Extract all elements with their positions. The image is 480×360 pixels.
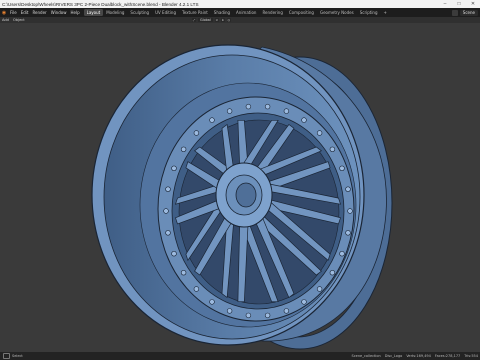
scene-selector[interactable]: Scene — [459, 9, 478, 16]
wheel-model — [91, 44, 393, 350]
menu-help[interactable]: Help — [68, 10, 81, 15]
status-verts: Verts:169,494 — [406, 354, 431, 358]
status-select-label: Select — [12, 354, 23, 358]
rim-bolt — [329, 146, 336, 153]
menu-object[interactable]: Object — [11, 18, 27, 22]
rim-bolt — [316, 130, 323, 136]
window-titlebar: C:\Users\Desktop\Wheels\RIVERS 3PC 2-Pie… — [0, 0, 480, 8]
tab-layout[interactable]: Layout — [83, 9, 104, 16]
status-tris: Tris:554 — [464, 354, 478, 358]
menu-render[interactable]: Render — [30, 10, 48, 15]
status-left: Select — [0, 353, 23, 359]
3d-viewport[interactable] — [0, 23, 480, 352]
rim-bolt — [264, 312, 271, 319]
top-menubar: ◉ File Edit Render Window Help Layout Mo… — [0, 8, 480, 17]
orientation-icon[interactable]: ⤢ — [192, 18, 196, 22]
rim-bolt — [329, 270, 336, 276]
transform-orientation-dropdown[interactable]: Global — [198, 18, 213, 22]
workspace-tabs: Layout Modeling Sculpting UV Editing Tex… — [83, 8, 390, 17]
center-cap — [235, 182, 257, 208]
rim-bolt — [339, 251, 345, 257]
tab-sculpting[interactable]: Sculpting — [127, 9, 152, 16]
rim-bolt — [193, 130, 200, 136]
rim-bolt — [245, 103, 252, 110]
tab-scripting[interactable]: Scripting — [357, 9, 381, 16]
pivot-icon[interactable]: ⊙ — [214, 18, 219, 22]
mouse-left-icon — [3, 353, 10, 359]
rim-bolt — [209, 299, 215, 305]
proportional-edit-icon[interactable]: ◎ — [226, 18, 231, 22]
status-collection: Scene_collection — [351, 354, 381, 358]
rim-bolt — [226, 108, 233, 114]
menu-file[interactable]: File — [8, 10, 19, 15]
status-bar: Select Scene_collection Disc_Logo Verts:… — [0, 352, 480, 360]
rim-bolt — [171, 165, 177, 172]
tab-texture-paint[interactable]: Texture Paint — [179, 9, 211, 16]
transform-tools: ⤢ Global ⊙ ⋔ ◎ — [192, 18, 231, 22]
rim-bolt — [345, 230, 351, 236]
rim-bolt — [165, 230, 171, 236]
snap-icon[interactable]: ⋔ — [220, 18, 225, 22]
rim-bolt — [193, 286, 200, 292]
rim-bolt — [171, 251, 177, 257]
tab-geometry-nodes[interactable]: Geometry Nodes — [317, 9, 357, 16]
rim-bolt — [180, 146, 187, 153]
close-button[interactable]: ✕ — [466, 0, 480, 8]
blender-logo-icon[interactable]: ◉ — [0, 9, 8, 16]
rim-bolt — [283, 308, 290, 314]
tab-compositing[interactable]: Compositing — [286, 9, 317, 16]
status-faces: Faces:278,177 — [434, 354, 461, 358]
rim-bolt — [301, 299, 307, 305]
add-workspace-button[interactable]: + — [381, 9, 390, 16]
rim-bolt — [209, 117, 215, 123]
rim-bolt — [301, 117, 307, 123]
scene-icon[interactable] — [451, 9, 458, 16]
rim-bolt — [339, 165, 345, 172]
rim-bolt — [264, 103, 271, 110]
rim-bolt — [180, 270, 187, 276]
rim-bolt — [345, 186, 351, 192]
status-right: Scene_collection Disc_Logo Verts:169,494… — [352, 354, 480, 358]
maximize-button[interactable]: □ — [452, 0, 466, 8]
rim-bolt — [165, 186, 171, 192]
tab-rendering[interactable]: Rendering — [259, 9, 285, 16]
window-controls: – □ ✕ — [438, 0, 480, 8]
rim-bolt — [347, 208, 353, 214]
rim-bolt — [226, 308, 233, 314]
rim-bolt — [245, 312, 252, 319]
rim-bolt — [163, 208, 169, 214]
tab-shading[interactable]: Shading — [211, 9, 233, 16]
menu-add[interactable]: Add — [0, 18, 11, 22]
scene-selector-area: Scene — [451, 9, 480, 16]
menu-edit[interactable]: Edit — [19, 10, 31, 15]
rim-bolt — [283, 108, 290, 114]
rim-bolt — [316, 286, 323, 292]
tab-uv-editing[interactable]: UV Editing — [152, 9, 179, 16]
minimize-button[interactable]: – — [438, 0, 452, 8]
menu-window[interactable]: Window — [49, 10, 69, 15]
tab-animation[interactable]: Animation — [233, 9, 259, 16]
tab-modeling[interactable]: Modeling — [103, 9, 127, 16]
window-title: C:\Users\Desktop\Wheels\RIVERS 3PC 2-Pie… — [2, 1, 199, 7]
status-object: Disc_Logo — [384, 354, 403, 358]
